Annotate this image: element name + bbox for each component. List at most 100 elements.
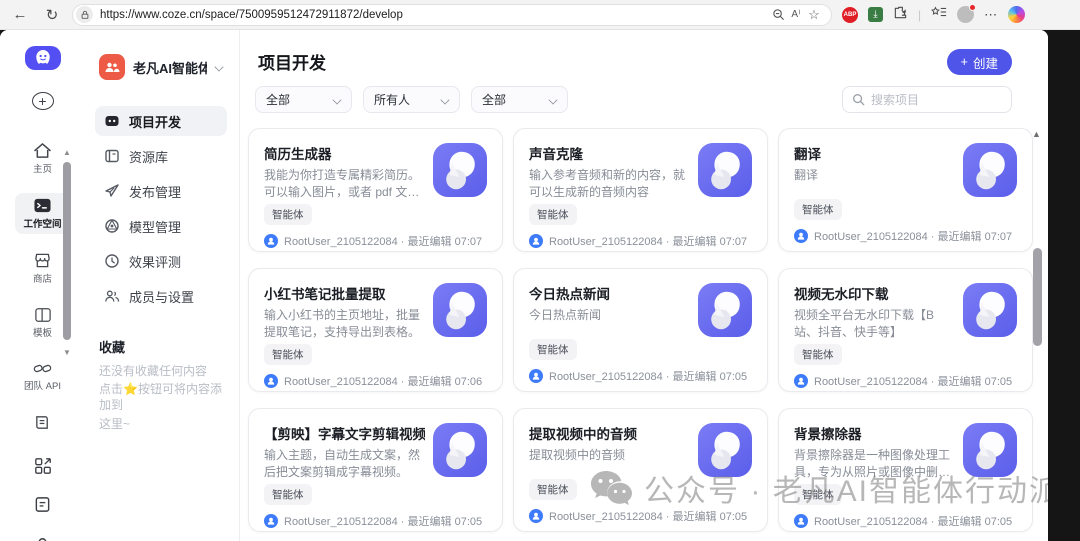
project-title: 小红书笔记批量提取 bbox=[264, 287, 386, 302]
project-description: 今日热点新闻 bbox=[529, 308, 602, 322]
project-meta: RootUser_2105122084 · 最近编辑 07:06 bbox=[284, 375, 483, 388]
project-card[interactable]: 【剪映】字幕文字剪辑视频 输入主题，自动生成文案，然后把文案剪辑成字幕视频。 智… bbox=[248, 408, 503, 532]
project-card[interactable]: 简历生成器 我能为你打造专属精彩简历。可以输入图片，或者 pdf 文件作… 智能… bbox=[248, 128, 503, 252]
owner-avatar-icon bbox=[529, 369, 543, 383]
browser-refresh-button[interactable]: ↻ bbox=[40, 3, 64, 27]
filter-owner-select[interactable]: 所有人 bbox=[363, 86, 460, 113]
owner-avatar-icon bbox=[794, 513, 808, 528]
lock-icon bbox=[81, 10, 88, 19]
project-type-badge: 智能体 bbox=[264, 203, 312, 225]
extension-area: ABP ⤓ | ⋯ bbox=[842, 4, 1026, 25]
sidebar-item-label: 工作空间 bbox=[23, 219, 62, 230]
notifications-bell-icon[interactable] bbox=[34, 534, 51, 541]
address-bar[interactable]: https://www.coze.cn/space/75009595124729… bbox=[72, 3, 832, 26]
bot-icon bbox=[698, 423, 752, 477]
chevron-down-icon bbox=[548, 94, 558, 105]
scroll-up-arrow-icon[interactable]: ▲ bbox=[61, 148, 73, 158]
chevron-down-icon bbox=[214, 62, 224, 72]
favorites-bar-icon[interactable] bbox=[931, 5, 947, 24]
sidebar-item-label: 模板 bbox=[32, 328, 52, 339]
screen: ← ↻ https://www.coze.cn/space/7500959512… bbox=[0, 0, 1080, 541]
filter-type-select[interactable]: 全部 bbox=[255, 86, 352, 113]
workspace-icon bbox=[99, 54, 125, 80]
scrollbar-thumb[interactable] bbox=[63, 162, 71, 340]
project-title: 提取视频中的音频 bbox=[529, 427, 637, 442]
project-title: 视频无水印下载 bbox=[794, 287, 889, 302]
menu-item-evaluation[interactable]: 效果评测 bbox=[95, 246, 227, 276]
primary-nav-rail: + 主页 工作空间 商店 模板 团队 API ▲ ▼ bbox=[0, 30, 85, 541]
project-type-badge: 智能体 bbox=[529, 203, 577, 225]
project-title: 翻译 bbox=[794, 147, 821, 162]
menu-item-project-develop[interactable]: 项目开发 bbox=[95, 106, 227, 136]
coze-page: + 主页 工作空间 商店 模板 团队 API ▲ ▼ 老凡AI智能体 项目开发 … bbox=[0, 30, 1048, 541]
sidebar-item-label: 商店 bbox=[32, 274, 52, 285]
project-card[interactable]: 今日热点新闻 今日热点新闻 智能体 RootUser_2105122084 · … bbox=[513, 268, 768, 392]
profile-notification-dot bbox=[969, 4, 977, 11]
rail-scrollbar[interactable]: ▲ ▼ bbox=[61, 148, 73, 378]
project-description: 提取视频中的音频 bbox=[529, 448, 626, 462]
create-new-button[interactable]: + bbox=[31, 92, 54, 110]
scroll-up-arrow-icon[interactable]: ▲ bbox=[1032, 129, 1044, 139]
project-type-badge: 智能体 bbox=[794, 199, 842, 220]
project-meta: RootUser_2105122084 · 最近编辑 07:05 bbox=[549, 511, 748, 523]
project-develop-page: 项目开发 + 创建 全部 所有人 全部 搜索项目 简历生成器 我能为你打造专属精… bbox=[240, 30, 1048, 541]
project-grid: 简历生成器 我能为你打造专属精彩简历。可以输入图片，或者 pdf 文件作… 智能… bbox=[248, 128, 1033, 532]
project-type-badge: 智能体 bbox=[794, 483, 842, 505]
chevron-down-icon bbox=[440, 94, 450, 105]
url-text[interactable]: https://www.coze.cn/space/75009595124729… bbox=[100, 9, 769, 21]
project-meta: RootUser_2105122084 · 最近编辑 07:07 bbox=[814, 231, 1013, 243]
project-card[interactable]: 声音克隆 输入参考音频和新的内容，就可以生成新的音频内容 智能体 RootUse… bbox=[513, 128, 768, 252]
rail-bottom-group: 4.8K bbox=[30, 457, 56, 541]
menu-item-members-settings[interactable]: 成员与设置 bbox=[95, 281, 227, 311]
desktop-background-strip bbox=[1048, 30, 1080, 541]
create-project-button[interactable]: + 创建 bbox=[946, 49, 1012, 75]
menu-item-label: 效果评测 bbox=[129, 254, 182, 270]
scrollbar-thumb[interactable] bbox=[1033, 248, 1042, 346]
site-permissions-icon[interactable] bbox=[76, 6, 93, 23]
project-description: 我能为你打造专属精彩简历。可以输入图片，或者 pdf 文件作… bbox=[264, 168, 421, 200]
bookmark-star-icon[interactable]: ☆ bbox=[805, 7, 823, 23]
documentation-icon[interactable] bbox=[34, 496, 51, 518]
extensions-icon[interactable] bbox=[893, 5, 908, 25]
project-description: 背景擦除器是一种图像处理工具，专为从照片或图像中删除… bbox=[794, 448, 951, 480]
read-aloud-icon[interactable]: A⁾ bbox=[787, 9, 805, 20]
filter-status-select[interactable]: 全部 bbox=[471, 86, 568, 113]
adblock-extension-icon[interactable]: ABP bbox=[842, 6, 858, 23]
scroll-down-arrow-icon[interactable]: ▼ bbox=[61, 348, 73, 358]
create-button-label: 创建 bbox=[972, 56, 998, 71]
download-extension-icon[interactable]: ⤓ bbox=[868, 7, 883, 22]
zoom-out-icon[interactable] bbox=[769, 8, 787, 21]
menu-item-publish-management[interactable]: 发布管理 bbox=[95, 176, 227, 206]
project-card[interactable]: 背景擦除器 背景擦除器是一种图像处理工具，专为从照片或图像中删除… 智能体 Ro… bbox=[778, 408, 1033, 532]
project-card[interactable]: 翻译 翻译 智能体 RootUser_2105122084 · 最近编辑 07:… bbox=[778, 128, 1033, 252]
filter-value: 所有人 bbox=[374, 93, 411, 107]
project-description: 视频全平台无水印下载【B站、抖音、快手等】 bbox=[794, 308, 935, 340]
workspace-selector[interactable]: 老凡AI智能体2团 bbox=[95, 52, 227, 82]
project-search-box[interactable] bbox=[842, 86, 1012, 113]
project-card[interactable]: 小红书笔记批量提取 输入小红书的主页地址，批量提取笔记，支持导出到表格。 智能体… bbox=[248, 268, 503, 392]
sidebar-item-label: 主页 bbox=[32, 164, 52, 175]
coze-logo[interactable] bbox=[24, 46, 61, 70]
project-description: 输入参考音频和新的内容，就可以生成新的音频内容 bbox=[529, 168, 686, 200]
menu-item-model-management[interactable]: 模型管理 bbox=[95, 211, 227, 241]
project-card[interactable]: 视频无水印下载 视频全平台无水印下载【B站、抖音、快手等】 智能体 RootUs… bbox=[778, 268, 1033, 392]
bot-icon bbox=[433, 143, 487, 197]
menu-item-label: 项目开发 bbox=[129, 114, 182, 130]
browser-back-button[interactable]: ← bbox=[8, 3, 32, 27]
workspace-menu: 项目开发 资源库 发布管理 模型管理 效果评测 成员与设置 bbox=[95, 106, 227, 311]
browser-menu-button[interactable]: ⋯ bbox=[984, 7, 998, 23]
copilot-icon[interactable] bbox=[1008, 6, 1026, 23]
browser-profile-avatar[interactable] bbox=[957, 4, 977, 23]
project-meta: RootUser_2105122084 · 最近编辑 07:05 bbox=[814, 515, 1013, 528]
bot-icon bbox=[963, 143, 1017, 197]
project-type-badge: 智能体 bbox=[529, 479, 577, 500]
favorites-empty-line: 还没有收藏任何内容 bbox=[99, 364, 208, 378]
project-type-badge: 智能体 bbox=[794, 343, 842, 365]
project-card[interactable]: 提取视频中的音频 提取视频中的音频 智能体 RootUser_210512208… bbox=[513, 408, 768, 532]
app-launcher-icon[interactable] bbox=[34, 457, 52, 480]
sidebar-item-docs[interactable] bbox=[15, 410, 71, 435]
search-input[interactable] bbox=[871, 92, 991, 107]
project-type-badge: 智能体 bbox=[529, 339, 577, 360]
workspace-sidebar: 老凡AI智能体2团 项目开发 资源库 发布管理 模型管理 bbox=[85, 30, 240, 541]
menu-item-resource-library[interactable]: 资源库 bbox=[95, 141, 227, 171]
